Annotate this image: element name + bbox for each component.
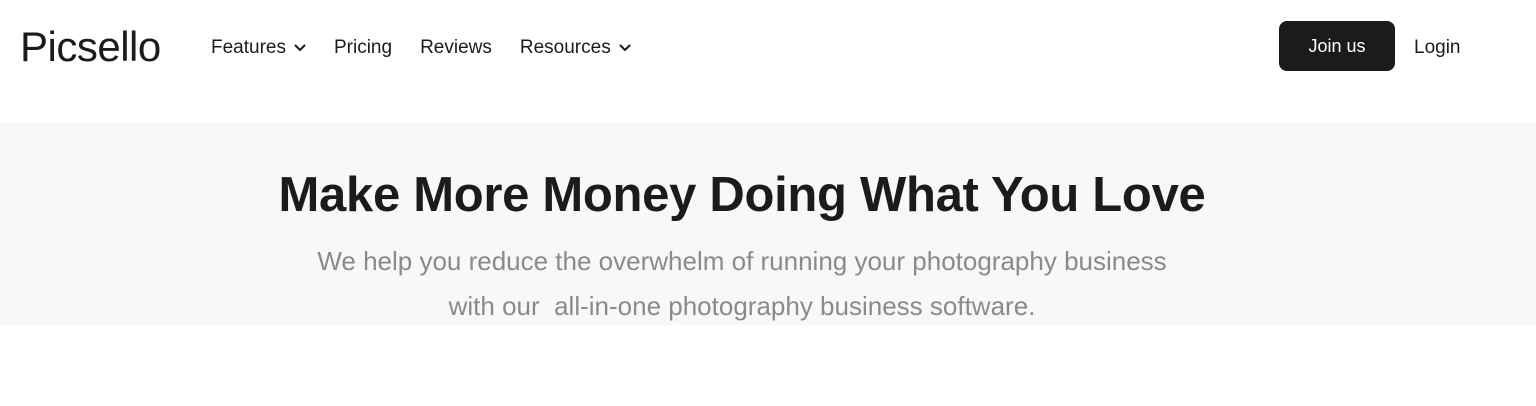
nav-item-pricing-label: Pricing xyxy=(333,37,393,58)
site-header: Picsello Features Pricing Reviews Resour… xyxy=(0,0,1536,96)
join-us-button[interactable]: Join us xyxy=(1279,21,1395,71)
page: Picsello Features Pricing Reviews Resour… xyxy=(0,0,1536,406)
login-link[interactable]: Login xyxy=(1414,34,1461,62)
nav-item-reviews[interactable]: Reviews xyxy=(420,34,492,62)
nav-item-features[interactable]: Features xyxy=(211,34,306,62)
logo[interactable]: Picsello xyxy=(20,22,161,72)
hero-subtitle: We help you reduce the overwhelm of runn… xyxy=(280,239,1204,329)
nav-item-resources[interactable]: Resources xyxy=(520,34,631,62)
main-nav: Features Pricing Reviews Resources xyxy=(211,34,659,62)
nav-item-reviews-label: Reviews xyxy=(420,37,492,58)
nav-item-features-label: Features xyxy=(211,37,286,58)
hero-subtitle-line2: with our all-in-one photography business… xyxy=(448,291,1036,321)
nav-item-resources-label: Resources xyxy=(519,37,611,58)
chevron-down-icon xyxy=(619,44,631,51)
hero-section: Make More Money Doing What You Love We h… xyxy=(0,123,1536,325)
nav-item-pricing[interactable]: Pricing xyxy=(334,34,392,62)
chevron-down-icon xyxy=(294,44,306,51)
hero-title: Make More Money Doing What You Love xyxy=(278,168,1206,222)
hero-subtitle-line1: We help you reduce the overwhelm of runn… xyxy=(317,246,1167,276)
